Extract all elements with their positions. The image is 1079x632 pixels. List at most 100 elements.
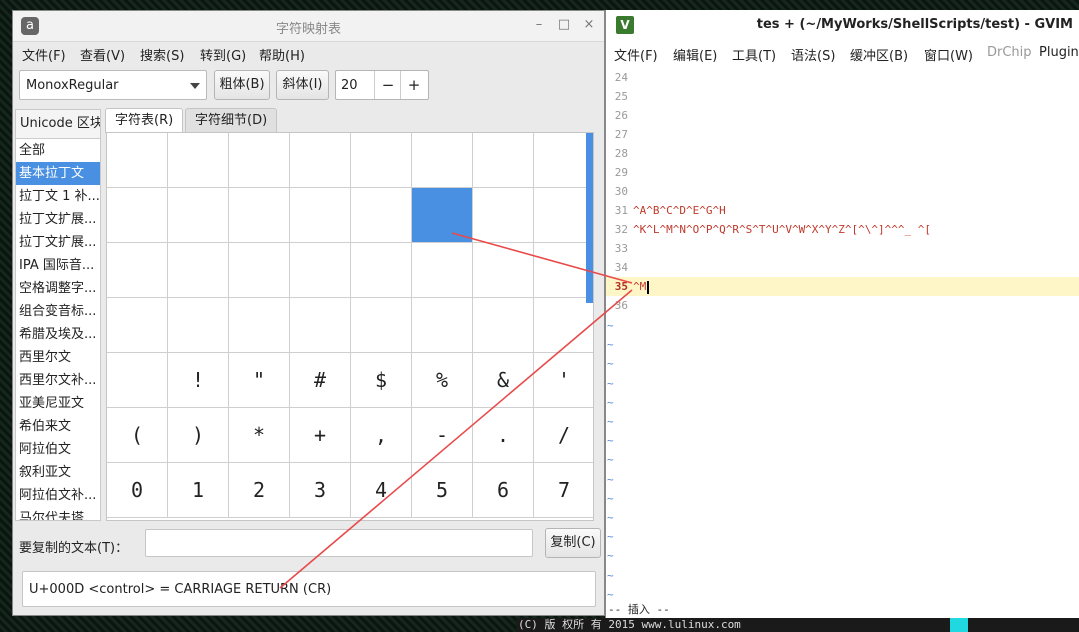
block-item[interactable]: 希伯来文 — [16, 415, 100, 438]
gvim-menu-syntax[interactable]: 语法(S) — [791, 45, 835, 64]
char-cell[interactable] — [412, 133, 473, 188]
editor-line[interactable]: 27 — [606, 125, 1079, 144]
char-cell[interactable] — [351, 188, 412, 243]
decrease-size-button[interactable]: − — [374, 71, 401, 99]
font-combo[interactable]: MonoxRegular — [19, 70, 207, 100]
block-item[interactable]: 组合变音标... — [16, 300, 100, 323]
char-cell[interactable]: - — [412, 408, 473, 463]
block-item[interactable]: 希腊及埃及... — [16, 323, 100, 346]
taskbar-indicator[interactable] — [950, 618, 968, 632]
block-item[interactable]: 阿拉伯文补... — [16, 484, 100, 507]
font-size-value[interactable]: 20 — [341, 78, 358, 93]
char-cell[interactable] — [107, 353, 168, 408]
block-item[interactable]: 叙利亚文 — [16, 461, 100, 484]
char-cell[interactable]: ' — [534, 353, 593, 408]
char-cell[interactable] — [229, 188, 290, 243]
char-cell[interactable] — [473, 188, 534, 243]
char-cell[interactable] — [290, 243, 351, 298]
char-cell[interactable] — [473, 243, 534, 298]
block-item[interactable]: 西里尔文补... — [16, 369, 100, 392]
char-cell[interactable]: 5 — [412, 463, 473, 518]
editor-line[interactable]: 36 — [606, 296, 1079, 315]
char-cell[interactable] — [351, 243, 412, 298]
editor-line[interactable]: 30 — [606, 182, 1079, 201]
char-cell[interactable] — [351, 298, 412, 353]
char-cell[interactable] — [229, 298, 290, 353]
char-cell-selected[interactable] — [412, 188, 473, 243]
char-cell[interactable]: " — [229, 353, 290, 408]
block-item[interactable]: 拉丁文扩展... — [16, 231, 100, 254]
char-cell[interactable] — [229, 133, 290, 188]
char-cell[interactable]: 3 — [290, 463, 351, 518]
block-item[interactable]: 马尔代夫塔... — [16, 507, 100, 520]
menu-search[interactable]: 搜索(S) — [140, 45, 184, 64]
char-cell[interactable]: $ — [351, 353, 412, 408]
minimize-icon[interactable]: – — [531, 17, 547, 33]
increase-size-button[interactable]: + — [400, 71, 427, 99]
gvim-menu-drchip[interactable]: DrChip — [987, 45, 1032, 60]
char-cell[interactable] — [412, 243, 473, 298]
char-cell[interactable] — [229, 243, 290, 298]
block-item[interactable]: 全部 — [16, 139, 100, 162]
char-cell[interactable]: ( — [107, 408, 168, 463]
gvim-menu-window[interactable]: 窗口(W) — [924, 45, 973, 64]
char-cell[interactable]: . — [473, 408, 534, 463]
block-item-selected[interactable]: 基本拉丁文 — [16, 162, 100, 185]
char-cell[interactable] — [473, 298, 534, 353]
char-cell[interactable]: % — [412, 353, 473, 408]
char-cell[interactable]: # — [290, 353, 351, 408]
gvim-menu-edit[interactable]: 编辑(E) — [673, 45, 717, 64]
block-item[interactable]: 拉丁文扩展... — [16, 208, 100, 231]
char-cell[interactable]: 4 — [351, 463, 412, 518]
char-cell[interactable] — [107, 243, 168, 298]
char-cell[interactable] — [534, 133, 593, 188]
menu-file[interactable]: 文件(F) — [22, 45, 66, 64]
gvim-menu-plugin[interactable]: Plugin — [1039, 45, 1079, 60]
char-cell[interactable] — [412, 298, 473, 353]
gvim-editor[interactable]: 24 25 26 27 28 29 30 31 ^A^B^C^D^E^G^H 32 ^K^L^M^N… — [606, 68, 1079, 604]
block-item[interactable]: 空格调整字... — [16, 277, 100, 300]
char-cell[interactable]: 1 — [168, 463, 229, 518]
gvim-menu-buffers[interactable]: 缓冲区(B) — [850, 45, 908, 64]
char-cell[interactable]: * — [229, 408, 290, 463]
gvim-menu-tools[interactable]: 工具(T) — [732, 45, 776, 64]
editor-line[interactable]: 31 ^A^B^C^D^E^G^H — [606, 201, 1079, 220]
close-icon[interactable]: × — [581, 17, 597, 33]
editor-line[interactable]: 34 — [606, 258, 1079, 277]
tab-character-details[interactable]: 字符细节(D) — [185, 108, 278, 132]
gvim-menu-file[interactable]: 文件(F) — [614, 45, 658, 64]
char-cell[interactable] — [107, 133, 168, 188]
editor-line[interactable]: 29 — [606, 163, 1079, 182]
editor-line[interactable]: 32 ^K^L^M^N^O^P^Q^R^S^T^U^V^W^X^Y^Z^[^\^]… — [606, 220, 1079, 239]
unicode-blocks-list[interactable]: Unicode 区块 全部 基本拉丁文 拉丁文 1 补... 拉丁文扩展... … — [15, 109, 101, 521]
char-cell[interactable] — [290, 298, 351, 353]
copy-button[interactable]: 复制(C) — [545, 528, 601, 558]
char-cell[interactable] — [534, 243, 593, 298]
char-cell[interactable] — [107, 188, 168, 243]
char-cell[interactable] — [168, 243, 229, 298]
block-item[interactable]: 拉丁文 1 补... — [16, 185, 100, 208]
menu-view[interactable]: 查看(V) — [80, 45, 125, 64]
editor-line-current[interactable]: 35 ^M — [606, 277, 1079, 296]
char-cell[interactable]: 0 — [107, 463, 168, 518]
editor-line[interactable]: 25 — [606, 87, 1079, 106]
char-cell[interactable]: ! — [168, 353, 229, 408]
block-item[interactable]: IPA 国际音... — [16, 254, 100, 277]
menu-goto[interactable]: 转到(G) — [200, 45, 246, 64]
editor-line[interactable]: 26 — [606, 106, 1079, 125]
editor-line[interactable]: 24 — [606, 68, 1079, 87]
maximize-icon[interactable]: □ — [556, 17, 572, 33]
block-item[interactable]: 亚美尼亚文 — [16, 392, 100, 415]
bold-button[interactable]: 粗体(B) — [214, 70, 270, 100]
char-cell[interactable] — [168, 133, 229, 188]
copy-text-input[interactable] — [145, 529, 533, 557]
char-cell[interactable]: + — [290, 408, 351, 463]
italic-button[interactable]: 斜体(I) — [276, 70, 329, 100]
char-cell[interactable] — [107, 298, 168, 353]
editor-line[interactable]: 28 — [606, 144, 1079, 163]
editor-line[interactable]: 33 — [606, 239, 1079, 258]
char-cell[interactable] — [534, 298, 593, 353]
char-cell[interactable]: 6 — [473, 463, 534, 518]
char-cell[interactable] — [351, 133, 412, 188]
char-cell[interactable] — [473, 133, 534, 188]
